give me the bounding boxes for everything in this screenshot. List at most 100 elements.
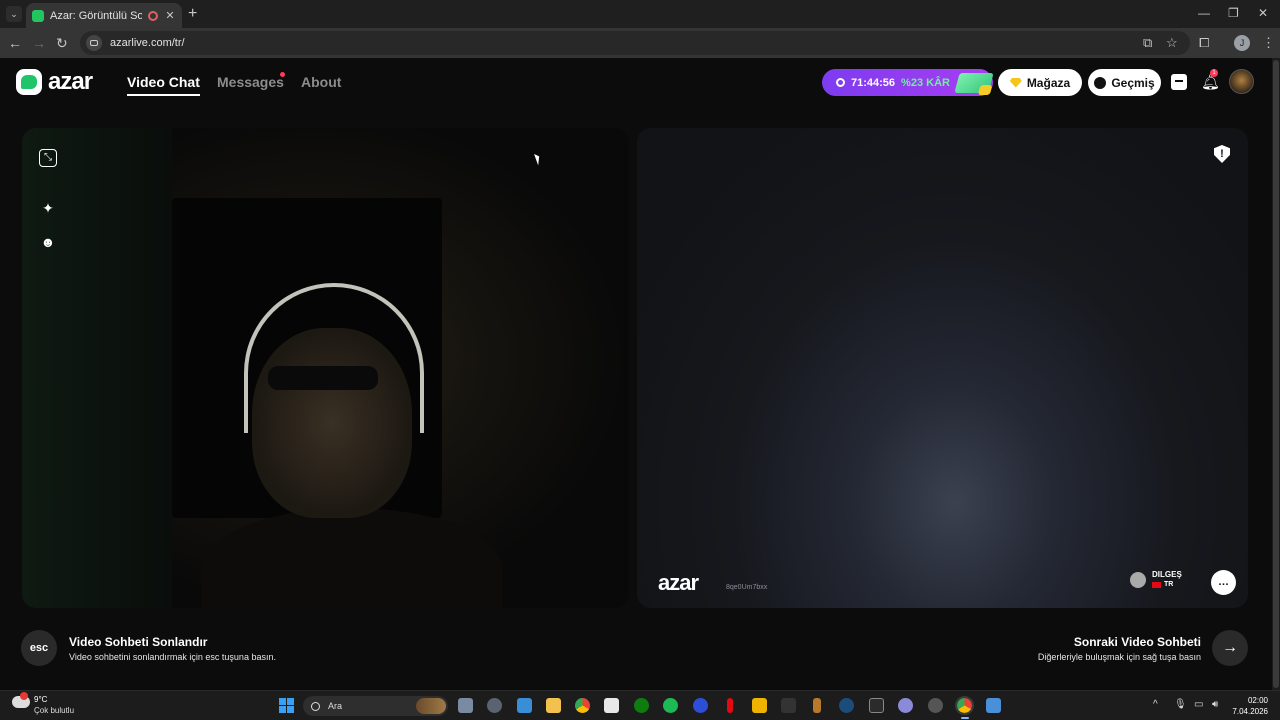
nav-about[interactable]: About	[301, 74, 341, 90]
back-icon[interactable]: ←	[8, 35, 22, 51]
chrome-icon[interactable]	[575, 698, 590, 713]
clock-date: 7.04.2026	[1232, 707, 1268, 716]
tab-title: Azar: Görüntülü Sohbet & V	[50, 9, 142, 22]
app-icon[interactable]	[986, 698, 1001, 713]
install-app-icon[interactable]: ⧉	[1143, 35, 1152, 51]
app-icon[interactable]	[898, 698, 913, 713]
microsoft-store-icon[interactable]	[604, 698, 619, 713]
taskbar-clock[interactable]: 02:00 7.04.2026	[1232, 695, 1268, 717]
tab-search-icon[interactable]: ⌄	[6, 6, 22, 22]
netflix-icon[interactable]	[727, 698, 733, 713]
browser-tabstrip: ⌄ Azar: Görüntülü Sohbet & V ✕ + — ❐ ✕	[0, 0, 1280, 28]
recording-icon	[148, 10, 158, 21]
scrollbar-thumb[interactable]	[1273, 60, 1279, 688]
azar-page: azar Video Chat Messages About 71:44:56 …	[0, 58, 1272, 690]
user-avatar[interactable]	[1229, 69, 1254, 94]
video-sunglasses	[268, 366, 378, 390]
my-video-panel: ⤡ ✦ ☻	[22, 128, 629, 608]
url-text: azarlive.com/tr/	[110, 37, 185, 49]
epic-games-icon[interactable]	[869, 698, 884, 713]
country-code: TR	[1164, 581, 1174, 588]
volume-icon[interactable]: 🔊︎	[1212, 699, 1218, 710]
promo-timer: 71:44:56	[851, 76, 896, 89]
azar-logo[interactable]: azar	[16, 68, 93, 96]
bookmark-star-icon[interactable]: ☆	[1166, 35, 1178, 51]
browser-toolbar: ← → ↻ azarlive.com/tr/ ⧉ ☆ ⧠ J ⋮	[0, 28, 1280, 58]
windows-start-icon[interactable]	[279, 698, 294, 713]
magic-wand-icon[interactable]: ✦	[39, 199, 57, 217]
search-icon	[311, 701, 320, 711]
spotify-icon[interactable]	[663, 698, 678, 713]
nav-messages[interactable]: Messages	[217, 74, 284, 90]
task-view-icon[interactable]	[458, 698, 473, 713]
notification-badge: 1	[1210, 69, 1218, 77]
browser-menu-icon[interactable]: ⋮	[1262, 35, 1275, 51]
azar-logo-icon	[16, 69, 42, 95]
store-label: Mağaza	[1026, 75, 1071, 90]
diamond-icon	[1009, 77, 1022, 88]
watermark-id: 8qe0Um7bxx	[726, 584, 768, 591]
end-chat-subtitle: Video sohbetini sonlandırmak için esc tu…	[69, 652, 276, 662]
minimize-icon[interactable]: —	[1198, 6, 1210, 20]
history-button[interactable]: Geçmiş	[1088, 69, 1161, 96]
display-icon[interactable]: ▭	[1194, 699, 1203, 710]
site-info-icon[interactable]	[86, 35, 102, 51]
logo-text: azar	[48, 68, 93, 95]
next-chat-arrow-button[interactable]: →	[1212, 630, 1248, 666]
obs-icon[interactable]	[928, 698, 943, 713]
close-tab-icon[interactable]: ✕	[164, 9, 176, 22]
end-chat-esc-button[interactable]: esc	[21, 630, 57, 666]
browser-tab[interactable]: Azar: Görüntülü Sohbet & V ✕	[26, 3, 182, 28]
profile-avatar[interactable]: J	[1234, 35, 1250, 51]
azar-favicon-icon	[32, 9, 44, 22]
ea-app-icon[interactable]	[693, 698, 708, 713]
report-shield-icon[interactable]: !	[1214, 145, 1230, 163]
partner-info[interactable]: DILGEŞ TR	[1130, 570, 1182, 589]
file-explorer-icon[interactable]	[546, 698, 561, 713]
xbox-icon[interactable]	[634, 698, 649, 713]
game-launcher-icon[interactable]	[752, 698, 767, 713]
partner-video-panel: ! azar 8qe0Um7bxx DILGEŞ TR	[637, 128, 1248, 608]
weather-alert-badge	[20, 692, 28, 700]
messages-unread-dot	[280, 72, 285, 77]
turkey-flag-icon	[1152, 581, 1161, 588]
clock-icon	[836, 78, 845, 87]
clock-time: 02:00	[1247, 696, 1268, 705]
store-button[interactable]: Mağaza	[998, 69, 1082, 96]
minimize-video-icon[interactable]: ⤡	[39, 149, 57, 167]
chat-bubble-button[interactable]: …	[1211, 570, 1236, 595]
promo-timer-pill[interactable]: 71:44:56 %23 KÂR	[822, 69, 994, 96]
tray-overflow-icon[interactable]: ^	[1153, 699, 1158, 710]
weather-temp[interactable]: 9°C	[34, 695, 47, 704]
video-person	[202, 508, 502, 608]
inbox-icon[interactable]	[1171, 74, 1187, 90]
user-icon	[1130, 571, 1146, 588]
audio-app-icon[interactable]	[813, 698, 821, 713]
extensions-icon[interactable]: ⧠	[1199, 35, 1209, 51]
forward-icon[interactable]: →	[32, 35, 46, 51]
microphone-icon[interactable]: 🎙︎	[1174, 699, 1187, 710]
history-label: Geçmiş	[1111, 75, 1155, 90]
facebook-icon[interactable]	[517, 698, 532, 713]
restore-icon[interactable]: ❐	[1228, 6, 1239, 20]
taskbar: 9°C Çok bulutlu Ara ^ 🎙︎ ▭ 🔊︎ 02:00 7.04…	[0, 690, 1280, 720]
weather-desc[interactable]: Çok bulutlu	[34, 706, 74, 715]
partner-country: TR	[1152, 580, 1182, 589]
new-tab-icon[interactable]: +	[188, 5, 197, 23]
next-chat-title: Sonraki Video Sohbeti	[1073, 635, 1201, 649]
address-bar[interactable]: azarlive.com/tr/	[80, 31, 1190, 55]
chrome-active-icon[interactable]	[955, 696, 974, 715]
face-filter-icon[interactable]: ☻	[39, 233, 57, 251]
settings-gear-icon[interactable]	[487, 698, 502, 713]
taskbar-search[interactable]: Ara	[303, 696, 448, 716]
watermark-logo: azar	[658, 570, 699, 595]
steam-icon[interactable]	[839, 698, 854, 713]
reload-icon[interactable]: ↻	[56, 35, 68, 52]
app-icon[interactable]	[781, 698, 796, 713]
gem-stack-icon	[954, 73, 994, 93]
history-clock-icon	[1094, 76, 1107, 89]
window-close-icon[interactable]: ✕	[1258, 6, 1268, 20]
search-placeholder: Ara	[328, 701, 343, 711]
nav-video-chat[interactable]: Video Chat	[127, 74, 200, 96]
next-chat-subtitle: Diğerleriyle buluşmak için sağ tuşa bası…	[1037, 652, 1201, 662]
